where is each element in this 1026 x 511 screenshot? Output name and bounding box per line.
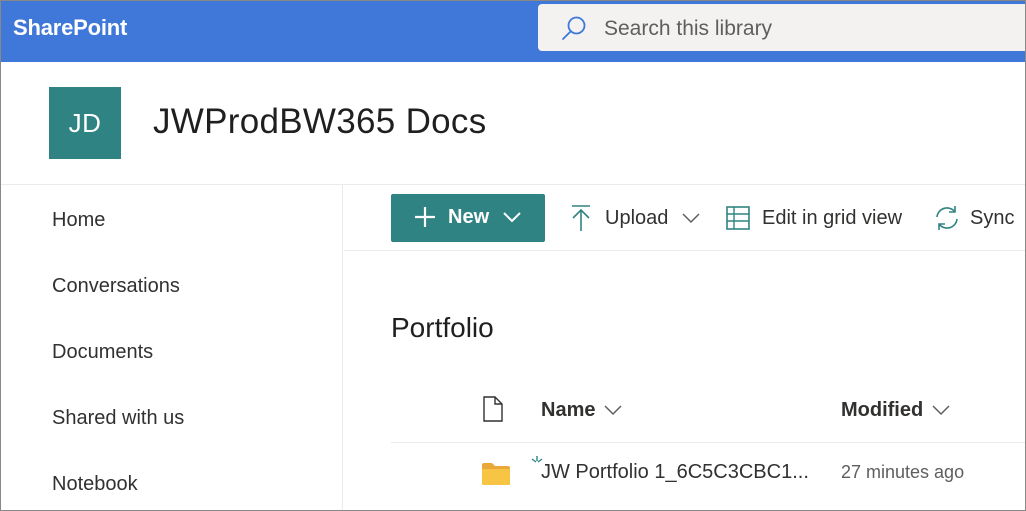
folder-icon[interactable] — [481, 462, 511, 486]
nav-item-shared-with-us[interactable]: Shared with us — [52, 407, 184, 430]
column-header-modified-label: Modified — [841, 398, 924, 421]
sync-button[interactable]: Sync — [933, 194, 1014, 242]
site-logo[interactable]: JD — [49, 87, 121, 159]
sync-label: Sync — [970, 206, 1015, 229]
column-header-name[interactable]: Name — [541, 394, 623, 426]
site-header: JD JWProdBW365 Docs — [1, 62, 1025, 185]
modified-value: 27 minutes ago — [841, 462, 965, 482]
search-icon — [562, 16, 586, 40]
new-button[interactable]: New — [391, 194, 545, 242]
sync-icon — [936, 206, 958, 230]
search-box[interactable] — [538, 4, 1025, 51]
command-bar: New Upload Edit in grid view Sync — [344, 185, 1025, 251]
file-type-column-icon[interactable] — [482, 396, 504, 422]
chevron-down-icon — [604, 405, 623, 416]
edit-in-grid-view-label: Edit in grid view — [762, 206, 903, 229]
search-input[interactable] — [604, 4, 1004, 51]
nav-item-notebook[interactable]: Notebook — [52, 473, 138, 496]
sharepoint-window: SharePoint JD JWProdBW365 Docs Home Conv… — [0, 0, 1026, 511]
nav-item-home[interactable]: Home — [52, 209, 105, 232]
grid-view-icon — [726, 206, 750, 230]
new-button-label: New — [448, 206, 490, 228]
library-title: Portfolio — [391, 312, 494, 343]
sharepoint-brand-link[interactable]: SharePoint — [13, 15, 127, 41]
file-name-link[interactable]: JW Portfolio 1_6C5C3CBC1... — [541, 461, 809, 484]
site-title[interactable]: JWProdBW365 Docs — [153, 102, 487, 142]
nav-item-documents[interactable]: Documents — [52, 341, 153, 364]
header-divider — [391, 442, 1025, 443]
column-header-name-label: Name — [541, 398, 596, 421]
upload-button[interactable]: Upload — [570, 194, 700, 242]
upload-label: Upload — [605, 206, 669, 229]
chevron-down-icon — [932, 405, 950, 416]
edit-in-grid-view-button[interactable]: Edit in grid view — [726, 194, 902, 242]
column-header-modified[interactable]: Modified — [841, 394, 950, 426]
upload-arrow-icon — [572, 205, 590, 231]
suite-bar: SharePoint — [1, 1, 1025, 62]
chevron-down-icon — [682, 213, 700, 224]
plus-icon — [415, 207, 435, 227]
chevron-down-icon — [503, 212, 521, 223]
nav-item-conversations[interactable]: Conversations — [52, 275, 180, 298]
left-navigation: Home Conversations Documents Shared with… — [1, 185, 343, 510]
